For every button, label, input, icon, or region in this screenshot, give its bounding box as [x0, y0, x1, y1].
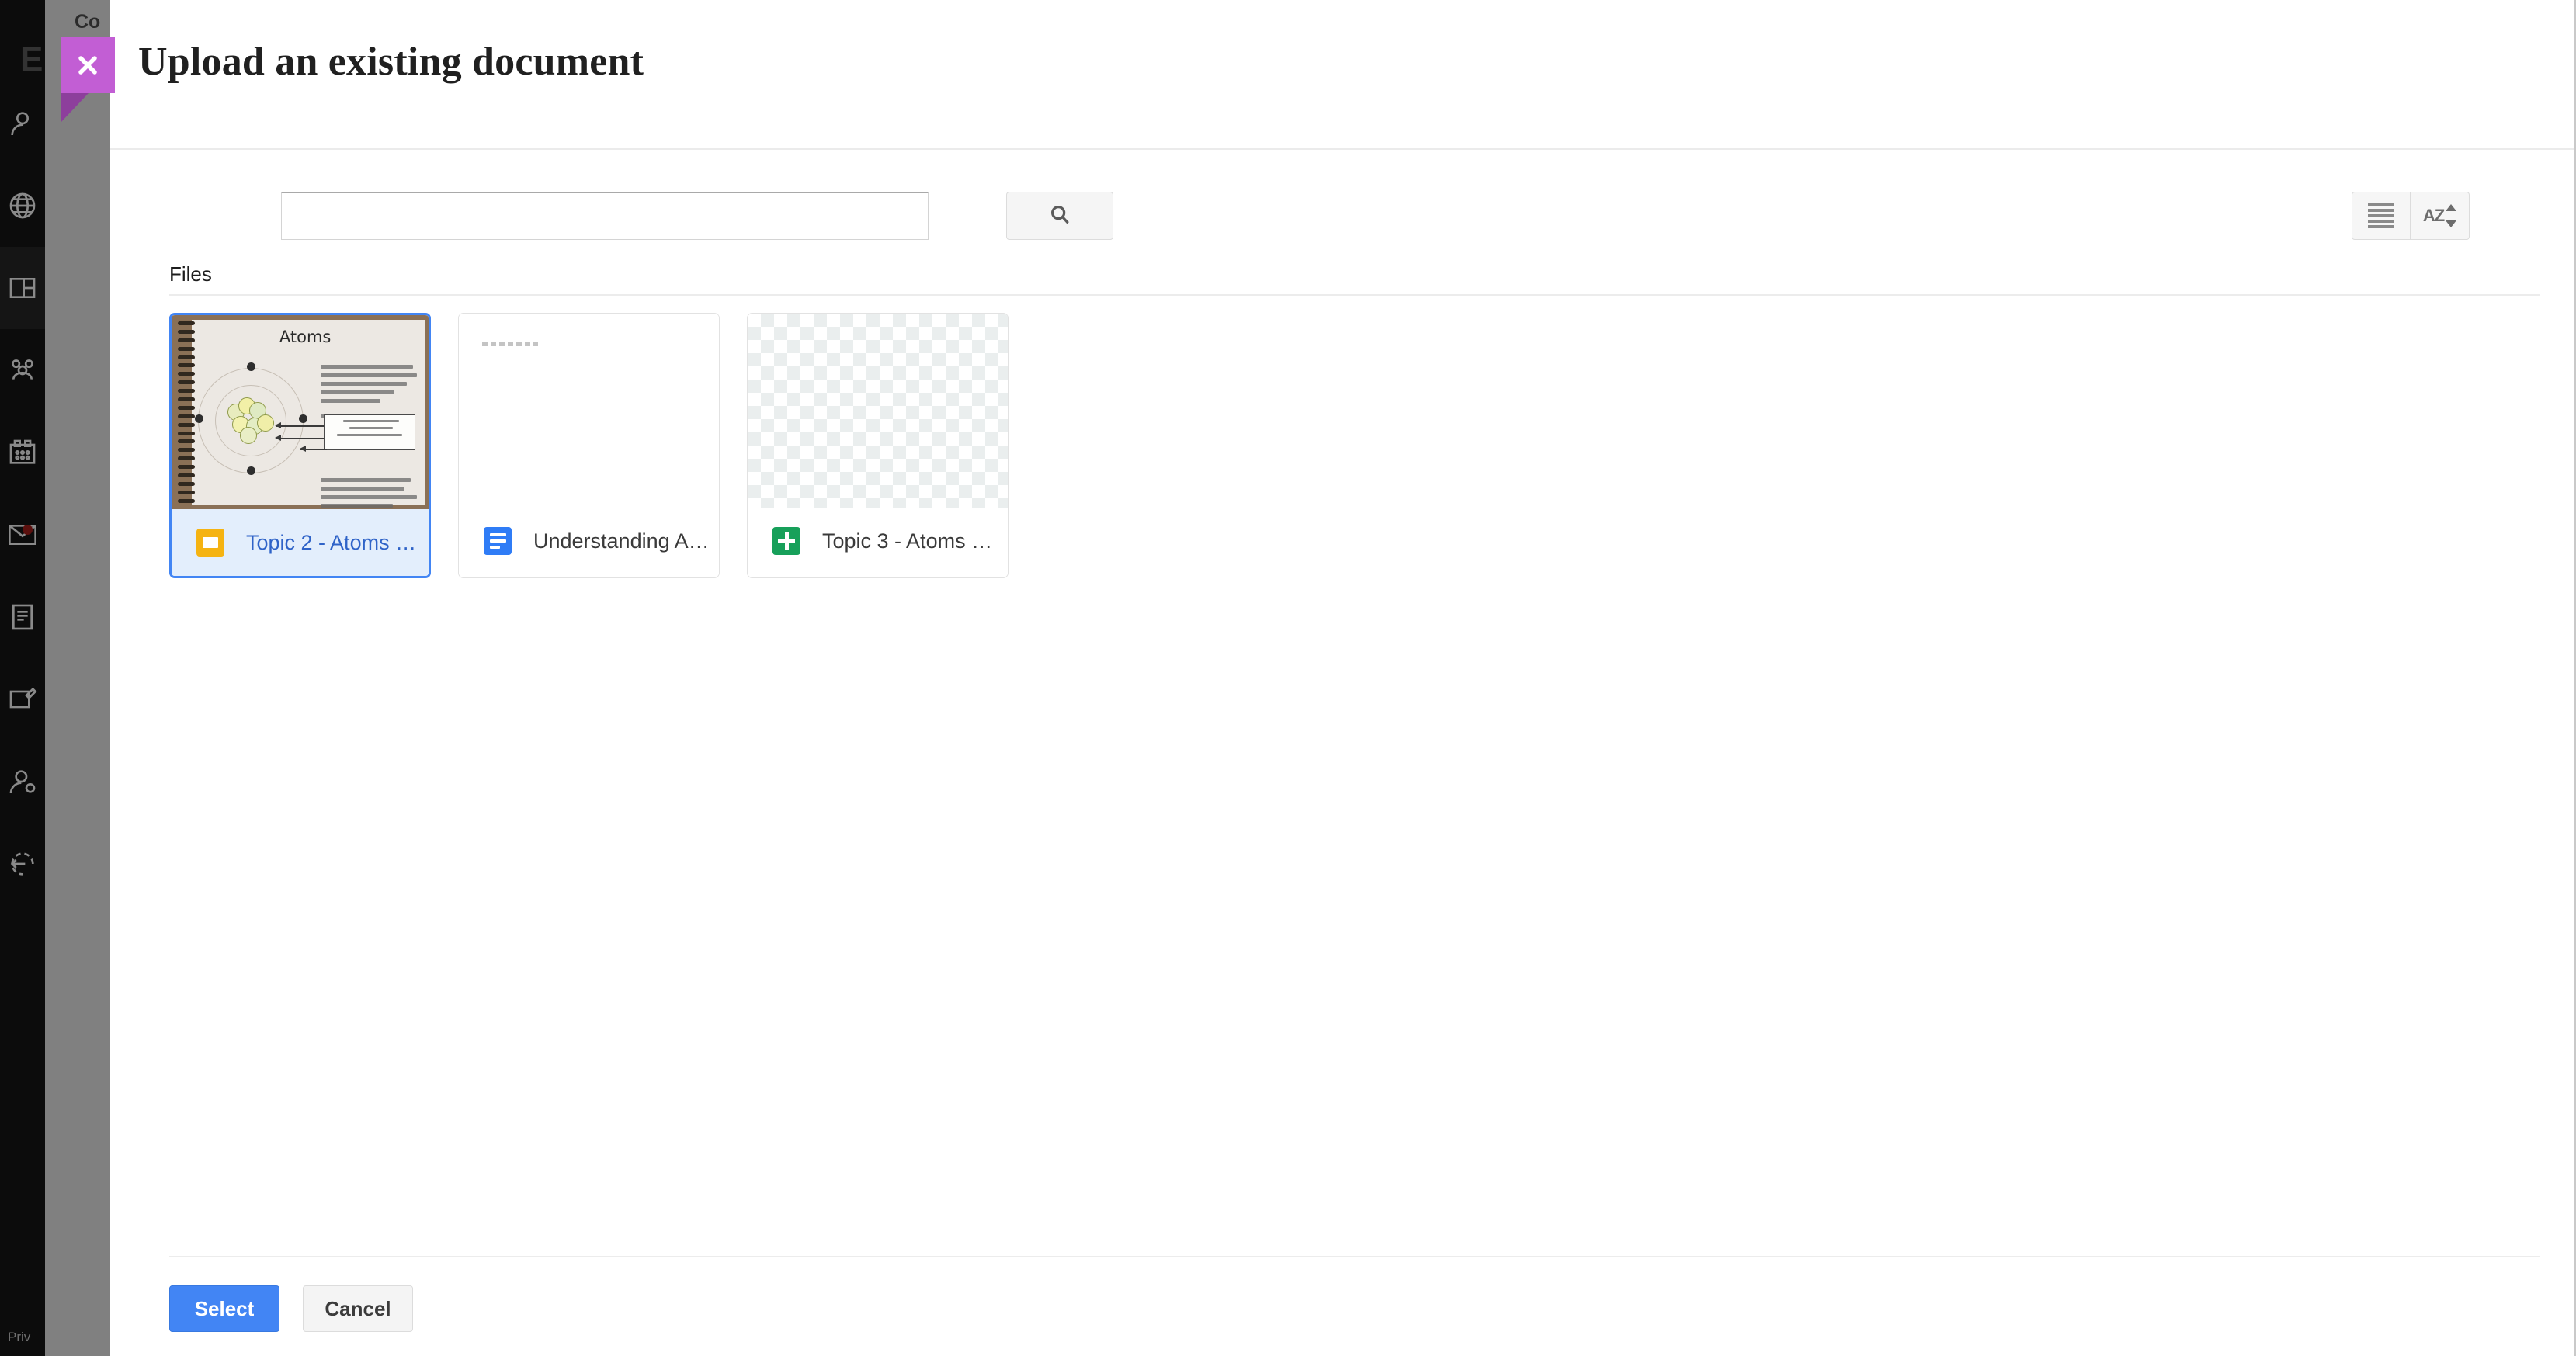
search-input[interactable] [281, 192, 929, 240]
search-button[interactable] [1006, 192, 1113, 240]
document-icon[interactable] [0, 576, 45, 658]
file-row: Topic 2 - Atoms … [172, 509, 429, 576]
file-thumbnail: Atoms [172, 315, 429, 509]
mail-icon[interactable] [0, 494, 45, 576]
file-card-slides[interactable]: Atoms Topic 2 - Atoms … [169, 313, 431, 578]
left-navigation-rail: Priv [0, 0, 45, 1356]
file-row: Understanding A… [459, 508, 719, 574]
select-button[interactable]: Select [169, 1285, 279, 1332]
transparent-thumbnail-preview [748, 314, 1008, 508]
page-title: Upload an existing document [138, 40, 644, 84]
toolbar: AZ [169, 192, 2540, 243]
search-icon [1048, 203, 1071, 230]
sheets-icon [772, 527, 800, 555]
background-page-title: Co [75, 11, 101, 33]
close-x-glyph [61, 37, 115, 93]
file-name: Understanding A… [533, 529, 710, 553]
background-ghost-letter: E [20, 40, 43, 78]
mail-badge [23, 525, 33, 535]
file-card-sheets[interactable]: Topic 3 - Atoms … [747, 313, 1009, 578]
compose-icon[interactable] [0, 658, 45, 740]
file-row: Topic 3 - Atoms … [748, 508, 1008, 574]
privacy-link[interactable]: Priv [8, 1330, 30, 1345]
modal-scrim [45, 0, 110, 1356]
person-icon[interactable] [0, 82, 45, 165]
dialog-body: AZ Files Atoms Topic 2 - Atoms … Underst… [110, 150, 2574, 1256]
footer-actions: Select Cancel [169, 1285, 413, 1332]
slides-thumbnail-preview: Atoms [172, 315, 429, 509]
files-divider [169, 294, 2540, 296]
file-name: Topic 3 - Atoms … [822, 529, 993, 553]
user-settings-icon[interactable] [0, 740, 45, 823]
close-icon[interactable] [61, 37, 115, 93]
file-thumbnail [748, 314, 1008, 508]
cancel-button[interactable]: Cancel [303, 1285, 413, 1332]
file-thumbnail [459, 314, 719, 508]
dialog-header: Upload an existing document [61, 0, 2574, 150]
sort-button[interactable]: AZ [2411, 192, 2470, 240]
files-section-heading: Files [169, 262, 212, 286]
sort-az-icon: AZ [2423, 204, 2457, 227]
file-name: Topic 2 - Atoms … [246, 530, 417, 554]
file-grid: Atoms Topic 2 - Atoms … Understanding A…… [169, 313, 2540, 578]
globe-icon[interactable] [0, 165, 45, 247]
dialog-footer: Select Cancel [169, 1256, 2540, 1356]
undo-icon[interactable] [0, 823, 45, 905]
list-view-button[interactable] [2352, 192, 2411, 240]
view-toggle-group: AZ [2352, 192, 2470, 240]
document-thumbnail-preview [459, 314, 719, 508]
upload-document-dialog: Upload an existing document AZ Files Ato… [61, 0, 2576, 1356]
docs-icon [484, 527, 512, 555]
slide-title-text: Atoms [279, 328, 332, 346]
slides-icon [196, 529, 224, 557]
dashboard-icon[interactable] [0, 247, 45, 329]
file-card-docs[interactable]: Understanding A… [458, 313, 720, 578]
people-icon[interactable] [0, 329, 45, 411]
list-view-icon [2368, 203, 2394, 228]
calendar-icon[interactable] [0, 411, 45, 494]
